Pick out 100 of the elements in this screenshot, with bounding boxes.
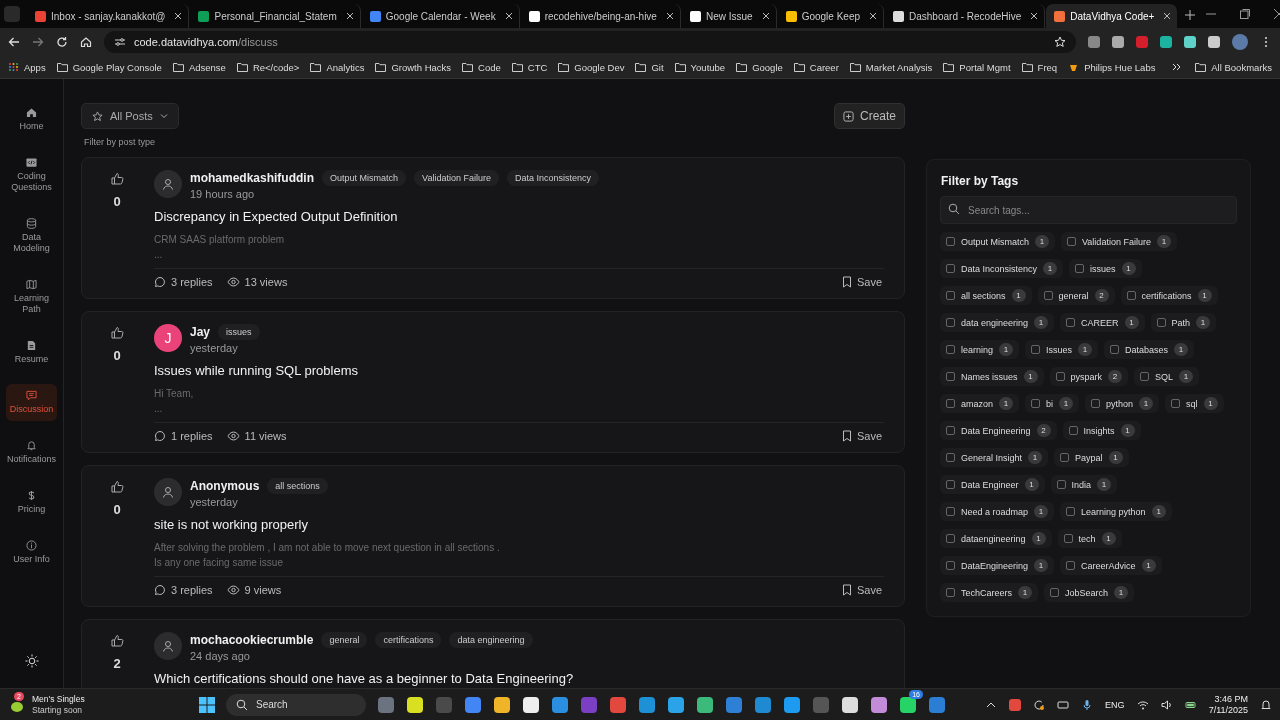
tag-filter-chip[interactable]: amazon 1 [940, 394, 1020, 413]
bookmark-item[interactable]: Google [736, 61, 783, 73]
checkbox[interactable] [1126, 291, 1136, 300]
tag-filter-chip[interactable]: data engineering 1 [940, 313, 1055, 332]
app-icon[interactable] [841, 696, 858, 713]
checkbox[interactable] [1055, 372, 1065, 381]
checkbox[interactable] [1066, 318, 1076, 327]
checkbox[interactable] [946, 534, 955, 543]
thumbs-up-icon[interactable] [110, 172, 124, 185]
bookmark-item[interactable]: Youtube [674, 61, 726, 73]
checkbox[interactable] [1156, 318, 1166, 327]
sync-icon[interactable] [1033, 698, 1046, 711]
sun-icon[interactable] [24, 654, 39, 668]
keyboard-icon[interactable] [1057, 698, 1070, 711]
checkbox[interactable] [1050, 588, 1060, 597]
checkbox[interactable] [1171, 399, 1181, 408]
sidebar-item[interactable]: Data Modeling [6, 212, 57, 260]
tag-filter-chip[interactable]: General Insight 1 [940, 448, 1049, 467]
checkbox[interactable] [1066, 561, 1076, 570]
tag-filter-chip[interactable]: India 1 [1050, 475, 1118, 494]
bookmark-star-icon[interactable] [1054, 36, 1066, 48]
bookmark-item[interactable]: Analytics [310, 61, 365, 73]
bookmark-item[interactable]: Portal Mgmt [943, 61, 1011, 73]
tag-filter-chip[interactable]: SQL 1 [1134, 367, 1200, 386]
post-tag[interactable]: Data Inconsistency [506, 170, 599, 186]
checkbox[interactable] [1060, 453, 1070, 462]
bookmark-item[interactable]: Google Dev [558, 61, 625, 73]
checkbox[interactable] [946, 588, 955, 597]
checkbox[interactable] [1056, 480, 1066, 489]
sidebar-item[interactable]: Home [6, 101, 57, 138]
checkbox[interactable] [946, 237, 955, 246]
app-icon[interactable] [870, 696, 887, 713]
extension-icon[interactable] [1088, 36, 1100, 48]
author-name[interactable]: Jay [190, 325, 211, 339]
checkbox[interactable] [946, 561, 955, 570]
tag-filter-chip[interactable]: Need a roadmap 1 [940, 502, 1055, 521]
sidebar-item[interactable]: Notifications [6, 434, 57, 471]
bookmark-item[interactable]: Market Analysis [849, 61, 933, 73]
checkbox[interactable] [946, 426, 955, 435]
post-title[interactable]: Which certifications should one have as a beginner to Data Engineering? [154, 671, 884, 686]
sidebar-item[interactable]: Coding Questions [6, 151, 57, 199]
bookmark-item[interactable]: Google Play Console [56, 61, 162, 73]
checkbox[interactable] [1031, 345, 1041, 354]
checkbox[interactable] [1075, 264, 1085, 273]
post-tag[interactable]: data engineering [449, 632, 533, 648]
forward-icon[interactable] [32, 36, 44, 48]
checkbox[interactable] [1043, 291, 1053, 300]
close-icon[interactable] [174, 12, 183, 20]
save-button[interactable]: Save [839, 430, 884, 442]
tag-filter-chip[interactable]: TechCareers 1 [940, 583, 1039, 602]
checkbox[interactable] [946, 264, 955, 273]
checkbox[interactable] [1031, 399, 1041, 408]
app-icon[interactable] [406, 696, 423, 713]
app-icon[interactable] [522, 696, 539, 713]
post-filter-dropdown[interactable]: All Posts [81, 103, 179, 129]
thumbs-up-icon[interactable] [110, 326, 124, 339]
back-icon[interactable] [8, 36, 20, 48]
app-icon[interactable] [667, 696, 684, 713]
start-icon[interactable] [198, 695, 216, 714]
tag-filter-chip[interactable]: CareerAdvice 1 [1060, 556, 1162, 575]
checkbox[interactable] [1066, 507, 1076, 516]
language-indicator[interactable]: ENG [1105, 699, 1125, 710]
tag-filter-chip[interactable]: issues 1 [1069, 259, 1142, 278]
post-tag[interactable]: certifications [375, 632, 442, 648]
checkbox[interactable] [946, 453, 955, 462]
checkbox[interactable] [946, 480, 955, 489]
author-name[interactable]: mohamedkashifuddin [190, 171, 314, 185]
microphone-icon[interactable] [1081, 698, 1094, 711]
tag-filter-chip[interactable]: Validation Failure 1 [1061, 232, 1177, 251]
bookmark-item[interactable]: Adsense [172, 61, 226, 73]
app-icon[interactable] [696, 696, 713, 713]
post-tag[interactable]: all sections [267, 478, 328, 494]
tag-filter-chip[interactable]: Data Engineering 2 [940, 421, 1057, 440]
sidebar-item[interactable]: Learning Path [6, 273, 57, 321]
clock[interactable]: 3:46 PM 7/11/2025 [1208, 693, 1248, 716]
post-tag[interactable]: issues [218, 324, 260, 340]
thumbs-up-icon[interactable] [110, 634, 124, 647]
tag-filter-chip[interactable]: certifications 1 [1120, 286, 1218, 305]
sidebar-item[interactable]: Pricing [6, 484, 57, 521]
close-icon[interactable] [665, 12, 674, 20]
tag-filter-chip[interactable]: Data Engineer 1 [940, 475, 1045, 494]
checkbox[interactable] [946, 372, 955, 381]
save-button[interactable]: Save [839, 584, 884, 596]
checkbox[interactable] [1068, 426, 1078, 435]
tag-filter-chip[interactable]: general 2 [1037, 286, 1115, 305]
volume-icon[interactable] [1160, 698, 1173, 711]
app-icon[interactable] [783, 696, 800, 713]
bookmark-item[interactable]: Philips Hue Labs [1068, 61, 1156, 73]
close-icon[interactable] [761, 12, 770, 20]
checkbox[interactable] [946, 291, 955, 300]
checkbox[interactable] [946, 507, 955, 516]
checkbox[interactable] [1110, 345, 1120, 354]
tag-filter-chip[interactable]: Issues 1 [1025, 340, 1099, 359]
post-title[interactable]: Issues while running SQL problems [154, 363, 884, 378]
tag-filter-chip[interactable]: all sections 1 [940, 286, 1032, 305]
tag-filter-chip[interactable]: Path 1 [1150, 313, 1217, 332]
close-icon[interactable] [345, 12, 354, 20]
sidebar-item[interactable]: Resume [6, 334, 57, 371]
tag-filter-chip[interactable]: learning 1 [940, 340, 1020, 359]
close-icon[interactable] [504, 12, 513, 20]
